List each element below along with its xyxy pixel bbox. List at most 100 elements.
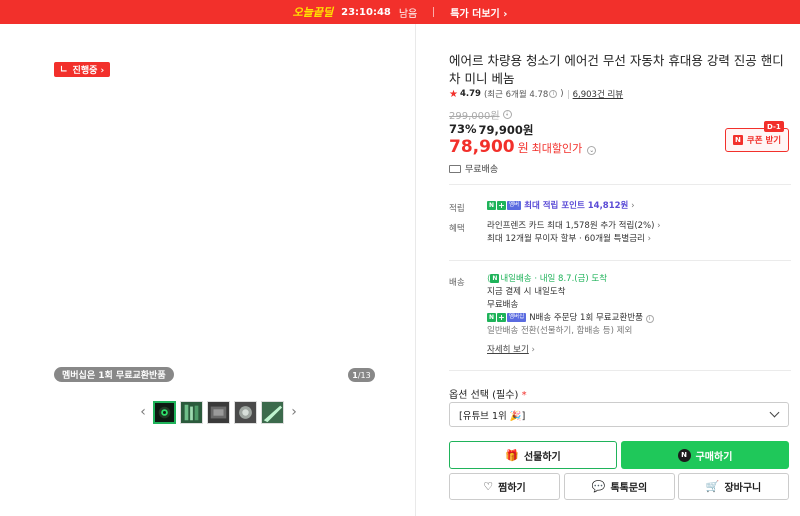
benefit-installment[interactable]: 최대 12개월 무이자 할부 · 60개월 특별금리 › [487, 233, 661, 246]
rating-recent-close: ) [560, 89, 564, 99]
rating-recent: (최근 6개월 4.78 [483, 90, 549, 100]
wish-button-label: 찜하기 [498, 483, 526, 494]
delivery-line-exchange: N + 멤버십 N배송 주문당 1회 무료교환반품 i [487, 312, 654, 325]
product-title: 에어르 차량용 청소기 에어건 무선 자동차 휴대용 강력 진공 핸디 차 미니… [449, 53, 784, 86]
option-label: 옵션 선택 (필수) * [449, 386, 527, 401]
option-label-text: 옵션 선택 (필수) [449, 390, 519, 401]
deal-more-link[interactable]: 특가 더보기 › [450, 5, 507, 20]
naver-n-icon: N [732, 135, 743, 145]
chevron-right-icon: › [531, 345, 535, 355]
delivery-row: ⟨ N 내일배송 · 내일 8.7.(금) 도착 지금 결제 시 내일도착 무료배송… [487, 273, 654, 357]
option-selected-value: [유튜브 1위 🎉] [459, 410, 526, 422]
chevron-right-icon: › [647, 234, 651, 244]
cart-icon: 🛒 [705, 480, 720, 493]
rating-summary: ★ 4.79 (최근 6개월 4.78 i ) 6,903건 리뷰 [449, 88, 624, 101]
coupon-button-label: 쿠폰 받기 [746, 136, 782, 146]
benefit-card[interactable]: 라인프렌즈 카드 최대 1,578원 추가 적립(2%) › [487, 220, 661, 233]
deal-brand: 오늘끝딜 [292, 6, 334, 19]
naver-n-icon: N [490, 274, 500, 283]
deal-countdown-suffix: 남음 [398, 8, 418, 20]
wish-button[interactable]: ♡ 찜하기 [449, 473, 560, 500]
shipping-free-label: 무료배송 [465, 165, 499, 175]
delivery-exchange-text: N배송 주문당 1회 무료교환반품 [529, 313, 643, 323]
original-price: 299,000원 i [449, 107, 512, 122]
arrival-badge: 내일배송 [500, 274, 532, 284]
delivery-line-exclusion: 일반배송 전환(선물하기, 함배송 등) 제외 [487, 326, 633, 336]
final-price: 78,900 [449, 137, 515, 157]
final-price-line[interactable]: 78,900 원 최대할인가 ⌄ [449, 137, 597, 157]
final-price-label: 최대할인가 [531, 142, 583, 155]
star-icon: ★ [449, 88, 458, 100]
talk-inquiry-button[interactable]: 💬 톡톡문의 [564, 473, 675, 500]
gift-icon: 🎁 [505, 448, 519, 462]
chevron-right-icon: › [631, 201, 635, 211]
banner-divider [433, 7, 435, 17]
cart-button[interactable]: 🛒 장바구니 [678, 473, 789, 500]
thumbnail[interactable] [153, 400, 176, 424]
cart-button-label: 장바구니 [724, 483, 762, 494]
delivery-detail[interactable]: 자세히 보기 › [487, 344, 654, 357]
heart-icon: ♡ [483, 480, 494, 493]
naver-plus-icon: N + 멤버십 [487, 313, 527, 322]
discount-rate: 73% [449, 122, 477, 136]
image-counter: 1/13 [348, 368, 375, 382]
membership-badge: 멤버십은 1회 무료교환반품 [54, 367, 174, 382]
gift-button-label: 선물하기 [523, 451, 561, 463]
chevron-left-icon[interactable]: ‹ [136, 400, 150, 424]
section-divider [449, 370, 791, 371]
benefits-label: 혜택 [449, 224, 465, 234]
delivery-detail-link[interactable]: 자세히 보기 [487, 345, 529, 355]
image-counter-total: /13 [357, 370, 371, 380]
info-icon[interactable]: i [502, 110, 512, 119]
thumbnail[interactable] [234, 400, 257, 424]
thumbnail[interactable] [180, 400, 203, 424]
naver-plus-icon: N + 멤버 [487, 201, 522, 210]
arrival-text: · 내일 8.7.(금) 도착 [534, 274, 608, 284]
sale-price-line: 73% 79,900원 [449, 122, 534, 138]
chevron-down-icon [769, 407, 780, 418]
delivery-label: 배송 [449, 278, 465, 288]
coupon-dday-badge: D-1 [764, 121, 784, 132]
info-icon[interactable]: i [549, 90, 558, 98]
info-icon[interactable]: i [645, 315, 654, 323]
leaf-icon: ∟ [60, 64, 68, 75]
points-label: 적립 [449, 204, 465, 214]
option-select[interactable]: [유튜브 1위 🎉] [449, 402, 789, 427]
final-price-unit: 원 [517, 141, 529, 155]
delivery-arrival: ⟨ N 내일배송 · 내일 8.7.(금) 도착 [487, 273, 654, 286]
deal-banner: 오늘끝딜 23:10:48 남음 특가 더보기 › [0, 0, 800, 24]
benefits-row: 라인프렌즈 카드 최대 1,578원 추가 적립(2%) › 최대 12개월 무… [487, 220, 661, 246]
talk-button-label: 톡톡문의 [610, 483, 648, 494]
original-price-value: 299,000원 [449, 111, 500, 122]
chevron-down-icon[interactable]: ⌄ [587, 146, 597, 155]
rating-score: 4.79 [459, 89, 481, 99]
thumbnail[interactable] [207, 400, 230, 424]
buy-button[interactable]: N 구매하기 [621, 441, 789, 469]
required-mark: * [521, 390, 527, 401]
section-divider [449, 184, 791, 185]
rating-divider [567, 89, 569, 99]
chevron-right-icon[interactable]: › [287, 400, 301, 424]
sale-price: 79,900원 [478, 123, 534, 137]
deal-countdown: 23:10:48 [341, 6, 391, 18]
shipping-summary: 무료배송 [449, 162, 498, 175]
chat-icon: 💬 [591, 480, 606, 493]
naver-pay-icon: N [677, 448, 691, 462]
status-badge-label: 진행중 › [72, 66, 105, 76]
truck-icon [449, 164, 461, 173]
section-divider [449, 260, 791, 261]
chevron-right-icon: › [657, 221, 661, 231]
thumbnail-strip: ‹ › [136, 400, 301, 424]
benefit-installment-text: 최대 12개월 무이자 할부 · 60개월 특별금리 [487, 234, 645, 244]
thumbnail[interactable] [261, 400, 284, 424]
product-gallery: ∟ 진행중 › 멤버십은 1회 무료교환반품 1/13 ‹ › [0, 24, 416, 516]
reviews-link[interactable]: 6,903건 리뷰 [573, 88, 624, 100]
coupon-button[interactable]: D-1 N 쿠폰 받기 [725, 121, 789, 152]
status-badge[interactable]: ∟ 진행중 › [54, 62, 111, 77]
points-row[interactable]: N + 멤버 최대 적립 포인트 14,812원 › [487, 200, 634, 213]
buy-button-label: 구매하기 [695, 451, 733, 463]
benefit-card-text: 라인프렌즈 카드 최대 1,578원 추가 적립(2%) [487, 221, 655, 231]
gift-button[interactable]: 🎁 선물하기 [449, 441, 617, 469]
delivery-line-now: 지금 결제 시 내일도착 [487, 287, 566, 297]
points-link[interactable]: 최대 적립 포인트 14,812원 [524, 201, 628, 211]
